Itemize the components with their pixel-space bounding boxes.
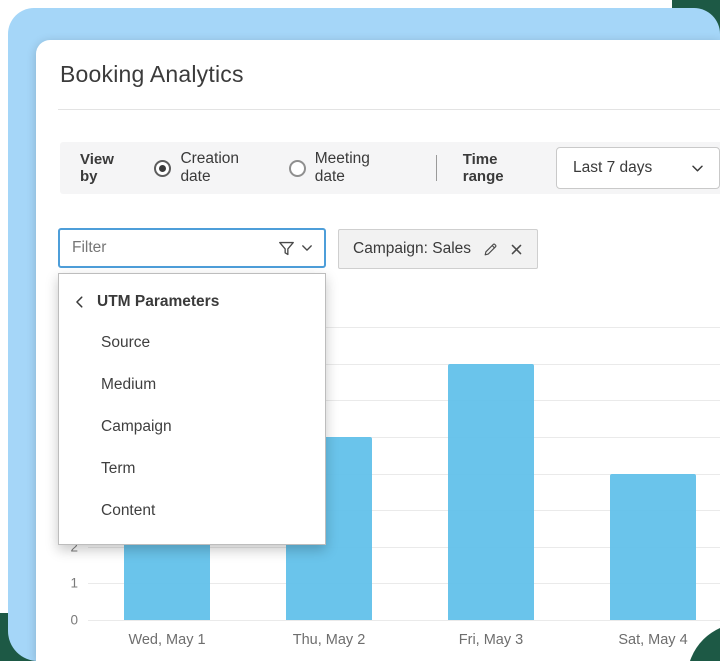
menu-item-term[interactable]: Term <box>59 448 325 490</box>
view-by-label: View by <box>80 151 114 185</box>
filter-chip-campaign-sales: Campaign: Sales <box>338 229 539 269</box>
menu-item-medium[interactable]: Medium <box>59 364 325 406</box>
menu-items: Source Medium Campaign Term Content <box>59 322 325 532</box>
view-options-toolbar: View by Creation date Meeting date Time … <box>60 142 720 194</box>
radio-circle-icon <box>154 159 172 177</box>
menu-item-source[interactable]: Source <box>59 322 325 364</box>
chart-bar <box>610 473 696 620</box>
radio-meeting-date[interactable]: Meeting date <box>288 150 398 186</box>
chevron-down-icon <box>690 161 705 176</box>
close-icon[interactable] <box>510 243 523 256</box>
radio-label: Meeting date <box>314 150 370 185</box>
filter-funnel-icon[interactable] <box>277 239 296 258</box>
booking-analytics-screen: Booking Analytics 012345678Wed, May 1Thu… <box>0 0 720 661</box>
gridline <box>88 620 720 621</box>
chip-label: Campaign: Sales <box>353 240 472 257</box>
radio-creation-date[interactable]: Creation date <box>154 150 266 186</box>
toolbar-divider <box>435 155 437 181</box>
menu-item-campaign[interactable]: Campaign <box>59 406 325 448</box>
filter-placeholder: Filter <box>72 239 107 256</box>
page-title: Booking Analytics <box>60 61 244 87</box>
time-range-select[interactable]: Last 7 days <box>555 147 720 189</box>
chevron-down-icon[interactable] <box>300 241 314 255</box>
filter-input[interactable]: Filter <box>58 228 326 268</box>
x-axis-label: Wed, May 1 <box>128 632 206 648</box>
menu-header: UTM Parameters <box>59 288 325 316</box>
y-axis-tick-label: 1 <box>70 575 78 591</box>
pencil-icon[interactable] <box>482 241 499 258</box>
radio-circle-icon <box>288 159 306 177</box>
menu-item-content[interactable]: Content <box>59 490 325 532</box>
filter-dropdown-menu: UTM Parameters Source Medium Campaign Term C… <box>58 273 326 545</box>
time-range-value: Last 7 days <box>572 159 653 176</box>
time-range-label: Time range <box>462 151 504 185</box>
chevron-left-icon[interactable] <box>73 295 87 309</box>
x-axis-label: Fri, May 3 <box>458 632 524 648</box>
title-divider <box>58 109 720 110</box>
radio-label: Creation date <box>180 150 240 185</box>
y-axis-tick-label: 0 <box>70 612 78 628</box>
menu-title: UTM Parameters <box>97 293 220 310</box>
x-axis-label: Thu, May 2 <box>292 632 366 648</box>
chart-bar <box>448 363 534 620</box>
